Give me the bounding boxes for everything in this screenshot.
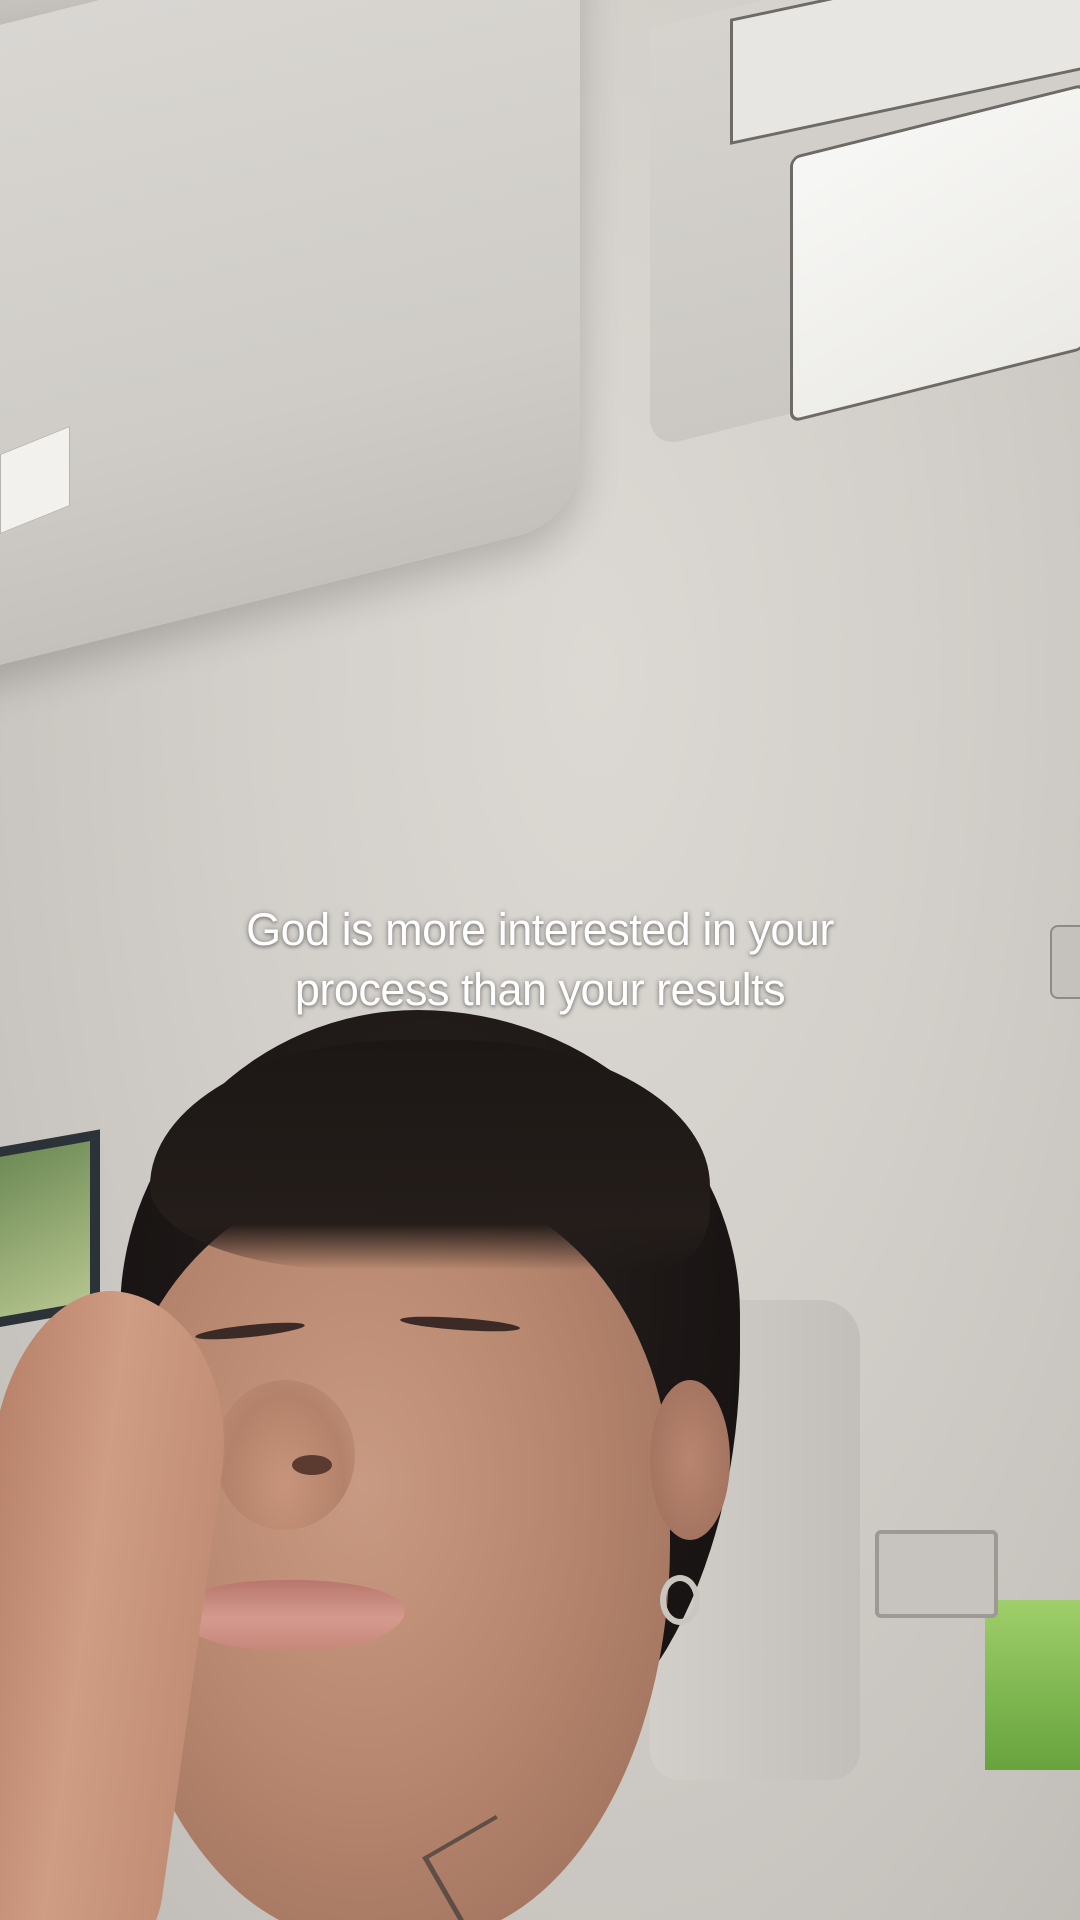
grab-handle bbox=[1050, 925, 1080, 999]
person-nose bbox=[215, 1380, 355, 1530]
caption-line-1: God is more interested in your bbox=[246, 904, 834, 955]
sun-visor bbox=[0, 0, 580, 680]
car-window-right bbox=[985, 1600, 1080, 1770]
person-ear bbox=[650, 1380, 730, 1540]
caption-overlay: God is more interested in your process t… bbox=[90, 900, 990, 1020]
person-lips bbox=[175, 1580, 405, 1650]
video-frame: God is more interested in your process t… bbox=[0, 0, 1080, 1920]
seatbelt-anchor bbox=[875, 1530, 998, 1618]
caption-line-2: process than your results bbox=[294, 964, 786, 1015]
hoop-earring bbox=[660, 1575, 700, 1625]
person-nostril bbox=[292, 1455, 332, 1475]
